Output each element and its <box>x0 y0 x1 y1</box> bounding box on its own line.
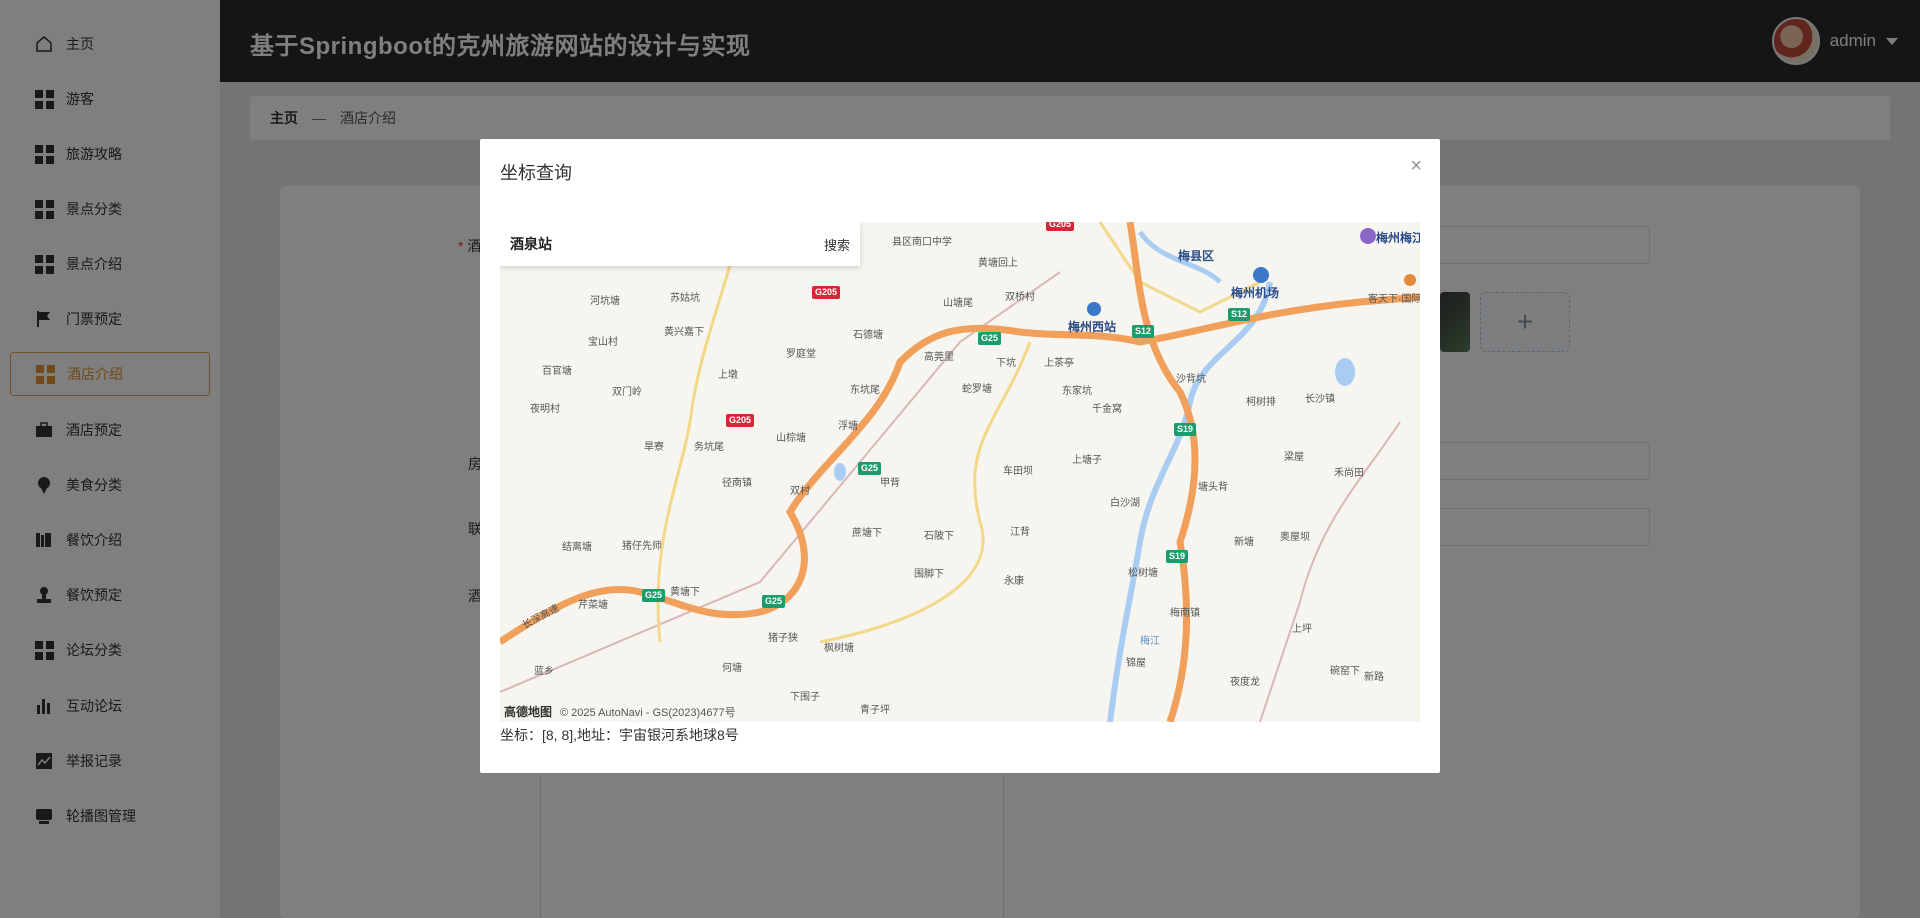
road-shield: S19 <box>1174 423 1197 436</box>
map-label: 黄塘下 <box>670 587 700 598</box>
map-view[interactable]: 县区南口中学 梅县区 梅州梅江 梅州机场 梅州西站 客天下·国际旅游 长沙镇 梅… <box>500 222 1420 722</box>
road-shield: G205 <box>1046 222 1075 231</box>
map-label: 锦屋 <box>1126 658 1146 669</box>
map-label: 沙背坑 <box>1176 374 1206 385</box>
map-label: 客天下·国际旅游 <box>1368 294 1420 305</box>
map-label: 务坑尾 <box>694 442 724 453</box>
map-label: 上茶亭 <box>1044 358 1074 369</box>
map-label: 苏姑坑 <box>670 293 700 304</box>
map-copyright: © 2025 AutoNavi - GS(2023)4677号 <box>560 706 736 719</box>
map-label: 车田坝 <box>1003 466 1033 477</box>
map-label: 东家坑 <box>1062 386 1092 397</box>
map-brand-logo: 高德地图 <box>504 705 553 719</box>
road-shield: G205 <box>812 286 841 299</box>
map-label: 山棕塘 <box>776 433 806 444</box>
map-label: 围脚下 <box>914 569 944 580</box>
map-label: 江背 <box>1010 527 1030 538</box>
map-label: 柯树排 <box>1246 397 1276 408</box>
map-label: 山塘尾 <box>943 298 973 309</box>
map-label: 甲背 <box>880 478 900 489</box>
map-label: 松树塘 <box>1128 568 1158 579</box>
road-shield: S19 <box>1166 550 1189 563</box>
map-attribution: 高德地图 © 2025 AutoNavi - GS(2023)4677号 <box>504 703 736 720</box>
map-label: 径南镇 <box>722 478 752 489</box>
map-label: 千金窝 <box>1092 404 1122 415</box>
map-label: 黄兴嘉下 <box>664 327 704 338</box>
map-label: 下坑 <box>996 358 1016 369</box>
map-label: 梁屋 <box>1284 452 1304 463</box>
map-label: 黄塘回上 <box>978 258 1018 269</box>
map-search-button[interactable]: 搜索 <box>824 235 850 254</box>
map-label: 梅州西站 <box>1068 320 1117 334</box>
map-label: 蛇罗塘 <box>962 384 992 395</box>
map-label: 何塘 <box>722 663 742 674</box>
map-label: 蓝乡 <box>534 666 554 677</box>
map-label: 蔗塘下 <box>852 528 882 539</box>
map-label: 下围子 <box>790 692 820 703</box>
map-search-input[interactable] <box>510 236 824 252</box>
map-label: 百官塘 <box>542 366 572 377</box>
map-label: 旱寮 <box>644 442 664 453</box>
map-label: 新塘 <box>1234 537 1254 548</box>
road-shield: G25 <box>858 462 882 475</box>
coordinate-readout: 坐标：[8, 8],地址：宇宙银河系地球8号 <box>500 727 739 743</box>
map-label: 高莞里 <box>924 352 954 363</box>
map-label: 上墩 <box>718 370 738 381</box>
close-icon[interactable]: × <box>1410 155 1422 178</box>
map-label: 塘头背 <box>1198 482 1228 493</box>
road-shield: G25 <box>642 589 666 602</box>
map-label: 双桥村 <box>1005 292 1035 303</box>
road-shield: G25 <box>978 332 1002 345</box>
map-label: 石陂下 <box>924 531 954 542</box>
road-shield: G25 <box>762 595 786 608</box>
map-label: 猪子狭 <box>768 633 798 644</box>
map-label: 永康 <box>1004 576 1024 587</box>
map-label: 梅县区 <box>1178 249 1215 263</box>
map-label: 罗庭堂 <box>786 349 816 360</box>
map-label: 梅州梅江 <box>1376 231 1420 245</box>
map-label: 碗窑下 <box>1330 666 1360 677</box>
map-label: 浮塘 <box>838 421 858 432</box>
map-label: 奥屋坝 <box>1280 532 1310 543</box>
map-search-box: 搜索 <box>500 222 860 266</box>
map-label: 白沙湖 <box>1110 498 1140 509</box>
map-label: 青子坪 <box>860 705 890 716</box>
map-label: 芹菜塘 <box>578 600 608 611</box>
map-label: 双村 <box>790 486 810 497</box>
map-label: 梅江 <box>1140 636 1160 647</box>
map-label: 河坑塘 <box>590 296 620 307</box>
road-shield: S12 <box>1228 308 1251 321</box>
map-label: 石德塘 <box>853 330 883 341</box>
map-label: 长沙镇 <box>1305 394 1335 405</box>
map-label: 县区南口中学 <box>892 237 952 248</box>
map-label: 上塘子 <box>1072 455 1102 466</box>
coordinate-dialog: 坐标查询 × 县区南口中学 梅县区 梅州梅江 梅州机场 梅州西站 客天下·国际 … <box>480 139 1440 773</box>
map-label: 夜度龙 <box>1230 677 1260 688</box>
map-label: 枫树塘 <box>824 643 854 654</box>
map-label: 双门岭 <box>612 387 642 398</box>
map-label: 猪仔先师 <box>622 541 662 552</box>
road-shield: S12 <box>1132 325 1155 338</box>
map-label: 新路 <box>1364 672 1384 683</box>
road-shield: G205 <box>726 414 755 427</box>
map-label: 结离塘 <box>562 542 592 553</box>
map-label: 东坑尾 <box>850 385 880 396</box>
dialog-title: 坐标查询 <box>500 163 572 183</box>
map-label: 宝山村 <box>588 337 618 348</box>
map-label: 梅南镇 <box>1170 608 1200 619</box>
map-label: 梅州机场 <box>1231 286 1280 300</box>
map-label: 上坪 <box>1292 624 1312 635</box>
map-label: 夜明村 <box>530 404 560 415</box>
map-label: 禾尚田 <box>1334 468 1364 479</box>
